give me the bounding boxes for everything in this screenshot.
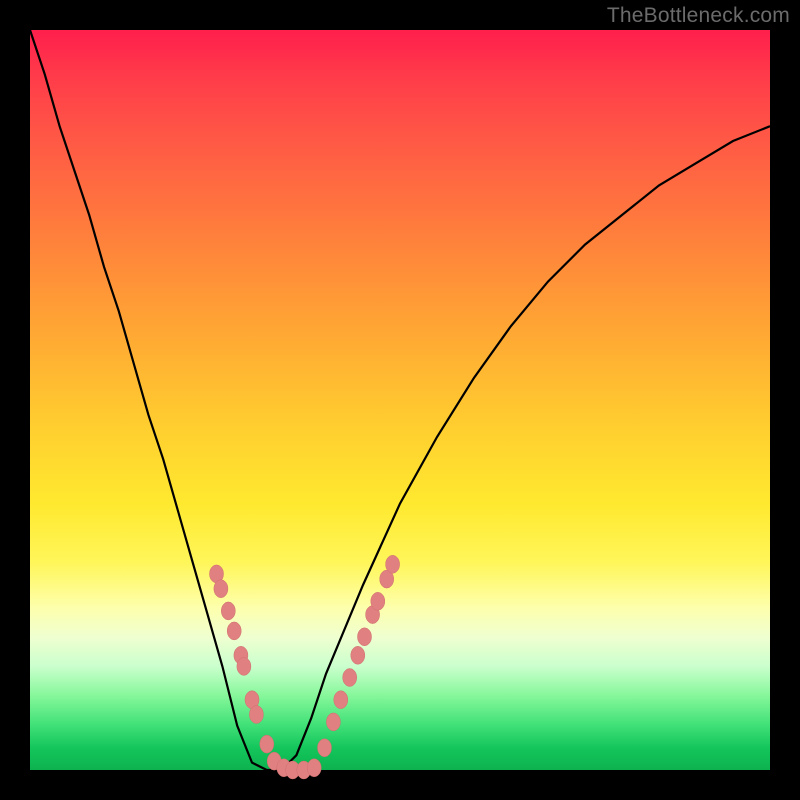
gradient-background [30,30,770,770]
chart-stage: TheBottleneck.com [0,0,800,800]
watermark-text: TheBottleneck.com [607,4,790,28]
